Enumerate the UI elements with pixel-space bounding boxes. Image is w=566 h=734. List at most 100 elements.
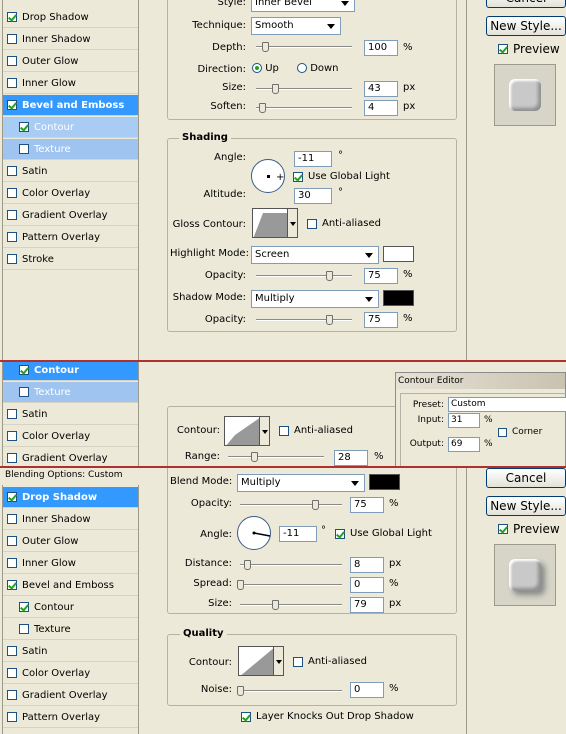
style-item-inner-glow[interactable]: Inner Glow [3, 553, 138, 574]
style-item-gradient-overlay[interactable]: Gradient Overlay [3, 685, 138, 706]
checkbox-checked-icon[interactable] [7, 580, 17, 590]
style-item-color-overlay[interactable]: Color Overlay [3, 663, 138, 684]
gloss-contour-dropdown[interactable] [288, 208, 298, 238]
style-item-gradient-overlay[interactable]: Gradient Overlay [3, 448, 138, 468]
style-item-satin[interactable]: Satin [3, 404, 138, 425]
checkbox-checked-icon[interactable] [7, 12, 17, 22]
size-slider[interactable] [256, 88, 352, 90]
style-item-bevel-and-emboss[interactable]: Bevel and Emboss [3, 95, 138, 116]
soften-input[interactable]: 4 [364, 100, 398, 116]
depth-thumb[interactable] [262, 42, 269, 52]
style-item-outer-glow[interactable]: Outer Glow [3, 531, 138, 552]
spread-slider[interactable] [240, 584, 342, 586]
style-item-color-overlay[interactable]: Color Overlay [3, 426, 138, 447]
new-style-button[interactable]: New Style... [486, 496, 566, 516]
contour-anti-aliased-checkbox[interactable]: Anti-aliased [293, 656, 367, 667]
shadow-color-swatch[interactable] [383, 290, 414, 306]
checkbox-icon[interactable] [7, 188, 17, 198]
shadow-color-swatch[interactable] [369, 474, 400, 490]
style-item-inner-shadow[interactable]: Inner Shadow [3, 29, 138, 50]
contour-preview[interactable] [224, 416, 260, 446]
depth-input[interactable]: 100 [364, 40, 398, 56]
preview-checkbox[interactable]: Preview [498, 42, 560, 56]
new-style-button[interactable]: New Style... [486, 16, 566, 36]
shadow-opacity-input[interactable]: 75 [364, 312, 398, 328]
noise-slider[interactable] [240, 690, 342, 692]
output-field[interactable]: 69 [448, 437, 480, 452]
checkbox-icon[interactable] [7, 254, 17, 264]
soften-slider[interactable] [256, 107, 352, 109]
size-input[interactable]: 43 [364, 81, 398, 97]
blending-options-header[interactable]: Blending Options: Custom [5, 470, 123, 480]
highlight-opacity-thumb[interactable] [326, 271, 333, 281]
gloss-contour-preview[interactable] [252, 208, 288, 238]
style-item-pattern-overlay[interactable]: Pattern Overlay [3, 227, 138, 248]
global-light-checkbox[interactable]: Use Global Light [335, 528, 432, 539]
direction-up-radio[interactable]: Up [252, 63, 279, 74]
shadow-mode-select[interactable]: Multiply [251, 290, 379, 308]
angle-input[interactable]: -11 [279, 526, 317, 542]
checkbox-icon[interactable] [7, 646, 17, 656]
style-item-texture[interactable]: Texture [3, 139, 138, 160]
style-item-texture[interactable]: Texture [3, 382, 138, 403]
checkbox-checked-icon[interactable] [19, 602, 29, 612]
preview-checkbox[interactable]: Preview [498, 522, 560, 536]
contour-dropdown[interactable] [274, 646, 284, 676]
style-item-inner-glow[interactable]: Inner Glow [3, 73, 138, 94]
noise-input[interactable]: 0 [350, 682, 384, 698]
global-light-checkbox[interactable]: Use Global Light [293, 171, 390, 182]
size-slider[interactable] [240, 604, 342, 606]
opacity-slider[interactable] [240, 504, 342, 506]
highlight-opacity-input[interactable]: 75 [364, 268, 398, 284]
checkbox-icon[interactable] [7, 690, 17, 700]
style-item-outer-glow[interactable]: Outer Glow [3, 51, 138, 72]
checkbox-icon[interactable] [7, 712, 17, 722]
contour-dropdown[interactable] [260, 416, 270, 446]
style-item-gradient-overlay[interactable]: Gradient Overlay [3, 205, 138, 226]
cancel-button[interactable]: Cancel [486, 0, 566, 8]
highlight-opacity-slider[interactable] [256, 275, 352, 277]
distance-input[interactable]: 8 [350, 557, 384, 573]
style-item-inner-shadow[interactable]: Inner Shadow [3, 509, 138, 530]
cancel-button[interactable]: Cancel [486, 468, 566, 488]
contour-preview[interactable] [238, 646, 274, 676]
direction-down-radio[interactable]: Down [297, 63, 339, 74]
highlight-mode-select[interactable]: Screen [251, 246, 379, 264]
style-item-stroke[interactable]: Stroke [3, 249, 138, 270]
checkbox-icon[interactable] [7, 56, 17, 66]
checkbox-icon[interactable] [7, 210, 17, 220]
size-input[interactable]: 79 [350, 597, 384, 613]
checkbox-icon[interactable] [19, 624, 29, 634]
checkbox-icon[interactable] [7, 453, 17, 463]
spread-thumb[interactable] [237, 580, 244, 590]
checkbox-checked-icon[interactable] [7, 100, 17, 110]
highlight-color-swatch[interactable] [383, 246, 414, 262]
checkbox-icon[interactable] [7, 431, 17, 441]
shadow-opacity-slider[interactable] [256, 319, 352, 321]
style-item-contour[interactable]: Contour [3, 362, 138, 381]
checkbox-icon[interactable] [7, 514, 17, 524]
checkbox-icon[interactable] [19, 144, 29, 154]
distance-slider[interactable] [240, 564, 342, 566]
opacity-input[interactable]: 75 [350, 497, 384, 513]
distance-thumb[interactable] [244, 560, 251, 570]
checkbox-checked-icon[interactable] [19, 365, 29, 375]
checkbox-checked-icon[interactable] [7, 492, 17, 502]
checkbox-icon[interactable] [7, 409, 17, 419]
contour-anti-aliased-checkbox[interactable]: Anti-aliased [279, 425, 353, 436]
style-item-contour[interactable]: Contour [3, 597, 138, 618]
checkbox-icon[interactable] [7, 78, 17, 88]
blend-mode-select[interactable]: Multiply [237, 474, 365, 492]
style-select[interactable]: Inner Bevel [251, 0, 355, 12]
input-field[interactable]: 31 [448, 413, 480, 428]
style-item-color-overlay[interactable]: Color Overlay [3, 183, 138, 204]
style-item-contour[interactable]: Contour [3, 117, 138, 138]
opacity-thumb[interactable] [312, 500, 319, 510]
depth-slider[interactable] [256, 46, 352, 48]
style-item-satin[interactable]: Satin [3, 161, 138, 182]
gloss-anti-aliased-checkbox[interactable]: Anti-aliased [307, 218, 381, 229]
technique-select[interactable]: Smooth [251, 17, 341, 35]
range-thumb[interactable] [251, 452, 258, 462]
style-item-texture[interactable]: Texture [3, 619, 138, 640]
shadow-opacity-thumb[interactable] [326, 315, 333, 325]
